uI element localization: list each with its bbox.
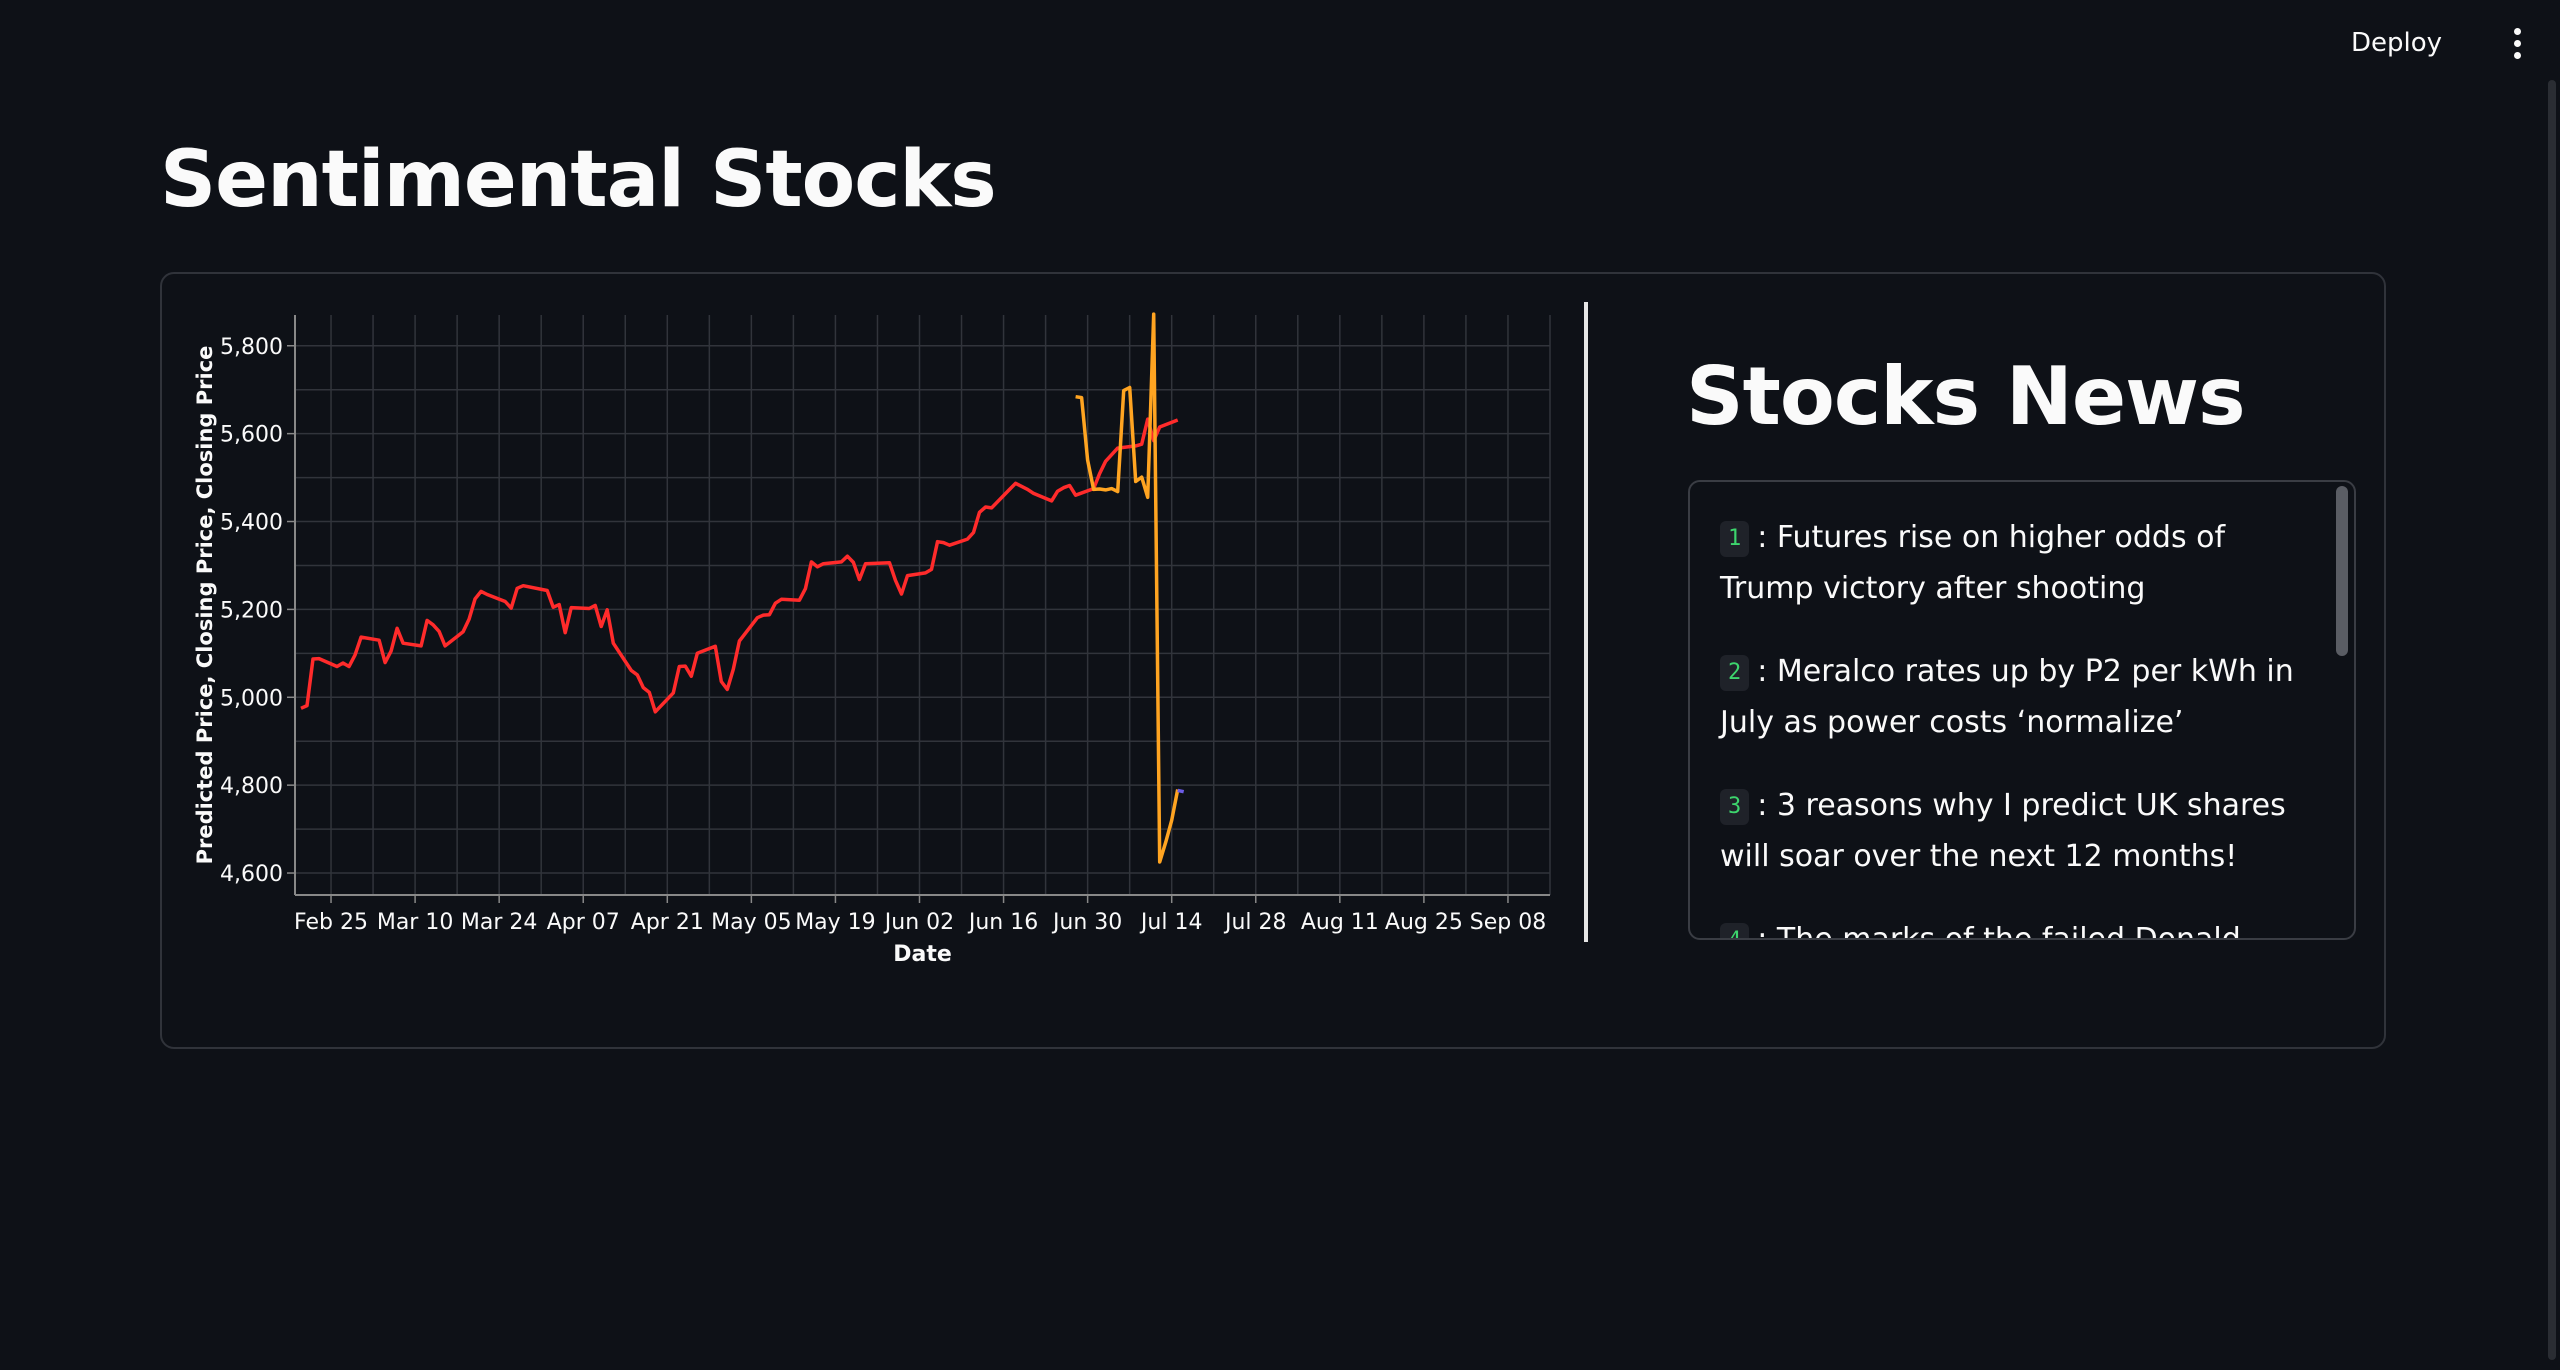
page-title: Sentimental Stocks <box>160 135 997 225</box>
top-toolbar: Deploy <box>0 0 2560 86</box>
news-item-text: : Futures rise on higher odds of Trump v… <box>1720 520 2226 606</box>
y-tick-label: 5,800 <box>220 335 283 360</box>
y-axis-title: Predicted Price, Closing Price, Closing … <box>193 346 217 865</box>
y-tick-label: 4,600 <box>220 862 283 887</box>
x-tick-label: May 19 <box>795 910 875 935</box>
x-tick-label: Jul 14 <box>1139 910 1203 935</box>
y-tick-label: 5,000 <box>220 686 283 711</box>
x-tick-label: May 05 <box>711 910 791 935</box>
news-item-number: 2 <box>1720 655 1750 691</box>
more-vertical-icon[interactable] <box>2494 20 2540 66</box>
y-tick-label: 4,800 <box>220 774 283 799</box>
price-chart-svg[interactable]: 4,600 4,800 5,000 5,200 5,400 5,600 5,800 Feb 2… <box>180 300 1570 980</box>
x-tick-label: Mar 10 <box>377 910 454 935</box>
news-item: 4 : The marks of the failed Donald Trump <box>1720 914 2298 940</box>
menu-dot <box>2513 51 2521 59</box>
news-item: 3: 3 reasons why I predict UK shares wil… <box>1720 780 2298 882</box>
page-scrollbar-thumb[interactable] <box>2548 80 2556 1360</box>
x-tick-label: Jun 16 <box>967 910 1038 935</box>
news-item-text: : Meralco rates up by P2 per kWh in July… <box>1720 654 2294 740</box>
y-tick-label: 5,400 <box>220 511 283 536</box>
news-list: 1: Futures rise on higher odds of Trump … <box>1690 482 2354 940</box>
x-tick-label: Apr 07 <box>547 910 620 935</box>
deploy-button[interactable]: Deploy <box>2333 20 2460 66</box>
x-tick-label: Apr 21 <box>631 910 704 935</box>
news-list-box[interactable]: 1: Futures rise on higher odds of Trump … <box>1688 480 2356 940</box>
menu-dot <box>2513 27 2521 35</box>
news-item-number: 1 <box>1720 521 1750 557</box>
news-item: 1: Futures rise on higher odds of Trump … <box>1720 512 2298 614</box>
y-tick-label: 5,200 <box>220 598 283 623</box>
x-tick-label: Aug 11 <box>1301 910 1379 935</box>
menu-dot <box>2513 39 2521 47</box>
x-axis-title: Date <box>893 942 952 967</box>
news-item-text: : The marks of the failed Donald Trump <box>1757 922 2241 940</box>
x-tick-label: Jun 02 <box>883 910 954 935</box>
y-tick-label: 5,600 <box>220 423 283 448</box>
news-item-number: 3 <box>1720 789 1750 825</box>
news-item: 2: Meralco rates up by P2 per kWh in Jul… <box>1720 646 2298 748</box>
x-tick-label: Mar 24 <box>461 910 538 935</box>
x-tick-label: Jul 28 <box>1223 910 1287 935</box>
price-chart[interactable]: 4,600 4,800 5,000 5,200 5,400 5,600 5,800 Feb 2… <box>180 300 1570 980</box>
page-scrollbar[interactable] <box>2548 80 2556 1370</box>
x-tick-label: Aug 25 <box>1385 910 1463 935</box>
x-tick-label: Jun 30 <box>1051 910 1122 935</box>
x-tick-label: Sep 08 <box>1470 910 1546 935</box>
column-divider <box>1584 302 1588 942</box>
series-line-3 <box>1177 788 1185 794</box>
series-line-2 <box>1075 312 1180 864</box>
x-tick-label: Feb 25 <box>294 910 368 935</box>
news-item-text: : 3 reasons why I predict UK shares will… <box>1720 788 2286 874</box>
news-title: Stocks News <box>1686 350 2246 443</box>
news-scrollbar[interactable] <box>2336 486 2348 656</box>
news-item-number: 4 <box>1720 923 1750 938</box>
